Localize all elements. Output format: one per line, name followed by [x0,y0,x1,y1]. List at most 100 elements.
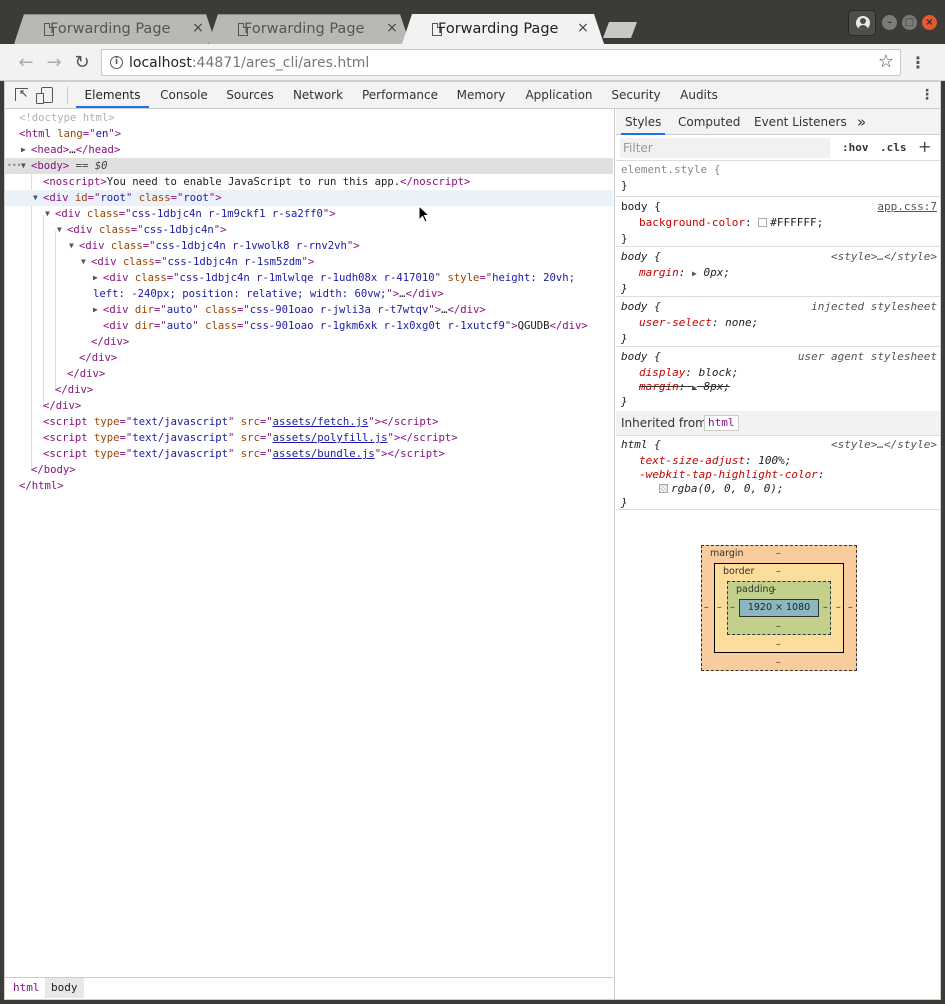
browser-toolbar: ← → ↻ i localhost:44871/ares_cli/ares.ht… [0,44,945,81]
dom-node-body-selected[interactable]: ••• ▼ <body> == $0 [5,158,613,174]
dom-node-doctype[interactable]: <!doctype html> [5,110,613,126]
dom-close-html[interactable]: </html> [5,478,613,494]
breadcrumb-html[interactable]: html [7,978,46,998]
tab-computed[interactable]: Computed [678,109,740,135]
tab-title: Forwarding Page [244,21,365,37]
box-model-content[interactable]: 1920 × 1080 [739,599,819,617]
browser-tab-1[interactable]: Forwarding Page × [14,14,216,44]
devtools-menu-icon[interactable]: ⋮ [920,86,934,104]
new-tab-button[interactable] [603,22,637,38]
collapse-arrow-icon[interactable]: ▼ [33,190,38,206]
collapse-arrow-icon[interactable]: ▼ [45,206,50,222]
mouse-cursor-icon [418,205,431,223]
expand-triangle-icon[interactable]: ▶ [692,269,697,278]
tab-close-icon[interactable]: × [575,20,591,36]
rule-body-injected[interactable]: body { injected stylesheet user-select: … [616,297,940,347]
dom-node-noscript[interactable]: <noscript>You need to enable JavaScript … [5,174,613,190]
dom-close-div[interactable]: </div> [5,382,613,398]
expand-arrow-icon[interactable]: ▶ [93,270,98,286]
dom-node-div-text[interactable]: <div dir="auto" class="css-901oao r-1gkm… [5,318,613,334]
dom-close-div[interactable]: </div> [5,366,613,382]
collapse-arrow-icon[interactable]: ▼ [21,158,26,174]
devtools-tab-bar: Elements Console Sources Network Perform… [5,82,940,109]
expand-arrow-icon[interactable]: ▶ [93,302,98,318]
tab-close-icon[interactable]: × [384,20,400,36]
profile-button[interactable] [848,10,876,36]
tab-sources[interactable]: Sources [223,82,277,108]
tab-strip: Forwarding Page × Forwarding Page × Forw… [0,0,945,44]
inherited-from-header: Inherited from html [616,411,940,436]
browser-menu-icon[interactable]: ⋮ [910,52,926,74]
collapse-arrow-icon[interactable]: ▼ [69,238,74,254]
source-link[interactable]: app.css:7 [877,199,937,215]
reload-button[interactable]: ↻ [71,52,93,74]
color-swatch[interactable] [758,218,768,227]
rule-element-style[interactable]: element.style { } [616,161,940,197]
tab-elements[interactable]: Elements [76,82,149,108]
add-rule-icon[interactable]: + [918,138,931,156]
dom-node-script[interactable]: <script type="text/javascript" src="asse… [5,446,613,462]
tab-security[interactable]: Security [609,82,663,108]
rule-body-app-css[interactable]: body { app.css:7 background-color: #FFFF… [616,197,940,247]
forward-button[interactable]: → [43,52,65,74]
tab-title: Forwarding Page [438,21,559,37]
dom-node-script[interactable]: <script type="text/javascript" src="asse… [5,414,613,430]
breadcrumb-body[interactable]: body [45,978,84,998]
dom-node-div-styled-cont[interactable]: left: -240px; position: relative; width:… [5,286,613,302]
back-button[interactable]: ← [15,52,37,74]
window-minimize-button[interactable]: – [882,15,897,30]
tab-event-listeners[interactable]: Event Listeners [754,109,847,135]
dom-node-div[interactable]: ▼ <div class="css-1dbjc4n r-1sm5zdm"> [5,254,613,270]
bookmark-star-icon[interactable]: ☆ [878,52,894,72]
browser-tab-2[interactable]: Forwarding Page × [208,14,410,44]
more-tabs-icon[interactable]: » [857,109,866,135]
inherited-html-tag[interactable]: html [704,415,739,431]
dom-close-div[interactable]: </div> [5,334,613,350]
tab-console[interactable]: Console [157,82,211,108]
window-maximize-button[interactable]: □ [902,15,917,30]
dom-node-div[interactable]: ▶ <div dir="auto" class="css-901oao r-jw… [5,302,613,318]
address-bar[interactable]: i localhost:44871/ares_cli/ares.html ☆ [101,49,901,76]
script-link[interactable]: assets/bundle.js [273,448,375,460]
dom-node-head[interactable]: ▶ <head>…</head> [5,142,613,158]
dom-node-root-div[interactable]: ▼ <div id="root" class="root"> [5,190,613,206]
tab-close-icon[interactable]: × [190,20,206,36]
dom-close-body[interactable]: </body> [5,462,613,478]
cls-toggle[interactable]: .cls [880,139,907,157]
dom-node-div-styled[interactable]: ▶ <div class="css-1dbjc4n r-1mlwlqe r-1u… [5,270,613,286]
dom-node-div[interactable]: ▼ <div class="css-1dbjc4n"> [5,222,613,238]
dom-node-div[interactable]: ▼ <div class="css-1dbjc4n r-1vwolk8 r-rn… [5,238,613,254]
tab-memory[interactable]: Memory [453,82,509,108]
tab-audits[interactable]: Audits [675,82,723,108]
script-link[interactable]: assets/polyfill.js [273,432,388,444]
script-link[interactable]: assets/fetch.js [273,416,369,428]
hov-toggle[interactable]: :hov [842,139,869,157]
styles-sidebar: Styles Computed Event Listeners » :hov .… [616,109,940,999]
dom-close-div[interactable]: </div> [5,350,613,366]
dom-node-script[interactable]: <script type="text/javascript" src="asse… [5,430,613,446]
inspect-element-icon[interactable] [15,87,28,101]
dom-close-div[interactable]: </div> [5,398,613,414]
color-swatch[interactable] [659,484,668,493]
collapse-arrow-icon[interactable]: ▼ [81,254,86,270]
tab-title: Forwarding Page [50,21,171,37]
tab-network[interactable]: Network [289,82,347,108]
device-toolbar-icon[interactable] [36,87,53,104]
rule-html-style-tag[interactable]: html { <style>…</style> text-size-adjust… [616,436,940,510]
dom-node-div[interactable]: ▼ <div class="css-1dbjc4n r-1m9ckf1 r-sa… [5,206,613,222]
tab-styles[interactable]: Styles [621,109,666,135]
dom-node-html[interactable]: <html lang="en"> [5,126,613,142]
filter-input[interactable] [620,138,830,158]
expand-arrow-icon[interactable]: ▶ [21,142,26,158]
tab-performance[interactable]: Performance [359,82,441,108]
browser-tab-3-active[interactable]: Forwarding Page × [402,14,604,44]
rule-body-style-tag[interactable]: body { <style>…</style> margin: ▶ 0px; } [616,247,940,297]
info-icon[interactable]: i [110,56,123,69]
collapse-arrow-icon[interactable]: ▼ [57,222,62,238]
more-options-icon[interactable]: ••• [7,158,21,174]
url-text[interactable]: localhost:44871/ares_cli/ares.html [129,55,369,71]
person-icon [856,16,870,30]
rule-body-user-agent[interactable]: body { user agent stylesheet display: bl… [616,347,940,411]
window-close-button[interactable]: × [922,15,937,30]
tab-application[interactable]: Application [521,82,597,108]
